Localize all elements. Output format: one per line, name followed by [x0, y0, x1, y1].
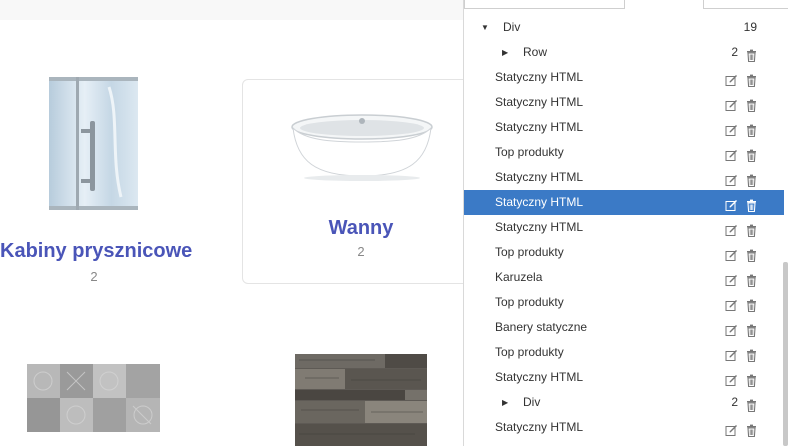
tree-row-item[interactable]: Top produkty [464, 290, 784, 315]
panel-tabs [464, 0, 788, 10]
pencil-square-icon[interactable] [725, 146, 738, 161]
trash-icon[interactable] [745, 221, 758, 238]
category-count: 2 [357, 244, 365, 259]
category-title[interactable]: Kabiny prysznicowe [0, 239, 192, 263]
panel-tab-left[interactable] [464, 0, 625, 9]
tree-row-root[interactable]: ▼ Div 19 [464, 15, 784, 40]
tree-row-item[interactable]: Top produkty [464, 140, 784, 165]
trash-icon[interactable] [745, 96, 758, 113]
pencil-square-icon[interactable] [725, 246, 738, 261]
tree-row-label: Top produkty [495, 145, 564, 159]
category-count: 2 [90, 269, 98, 284]
patterned-tiles-image[interactable] [27, 364, 160, 432]
tree-row-item[interactable]: Statyczny HTML [464, 415, 784, 440]
tree-row-item[interactable]: Statyczny HTML [464, 90, 784, 115]
tree-row-item[interactable]: Statyczny HTML [464, 65, 784, 90]
pencil-square-icon[interactable] [725, 371, 738, 386]
tree-row-label: Div [503, 20, 521, 34]
tree-row-group[interactable]: ▶ Div 2 [464, 390, 784, 415]
tree-row-label: Div [523, 395, 541, 409]
tree-row-label: Statyczny HTML [495, 195, 584, 209]
tree-row-item[interactable]: Banery statyczne [464, 315, 784, 340]
pencil-square-icon[interactable] [725, 421, 738, 436]
trash-icon[interactable] [745, 396, 758, 413]
tree-row-count: 19 [743, 20, 757, 34]
tree-row-label: Statyczny HTML [495, 120, 584, 134]
tree-row-label: Top produkty [495, 345, 564, 359]
expand-icon[interactable]: ▶ [502, 40, 508, 65]
trash-icon[interactable] [745, 421, 758, 438]
trash-icon[interactable] [745, 321, 758, 338]
tree-row-label: Statyczny HTML [495, 95, 584, 109]
trash-icon[interactable] [745, 296, 758, 313]
tree-row-label: Top produkty [495, 295, 564, 309]
tree-row-item[interactable]: Karuzela [464, 265, 784, 290]
pencil-square-icon[interactable] [725, 196, 738, 211]
category-card-bathtub[interactable]: Wanny 2 [242, 79, 463, 284]
tree-row-item[interactable]: Top produkty [464, 340, 784, 365]
tree-row-item[interactable]: Statyczny HTML [464, 365, 784, 390]
trash-icon[interactable] [745, 46, 758, 63]
tree-row-label: Statyczny HTML [495, 70, 584, 84]
pencil-square-icon[interactable] [725, 221, 738, 236]
tree-row-label: Statyczny HTML [495, 370, 584, 384]
bathtub-image [289, 106, 435, 182]
expand-icon[interactable]: ▶ [502, 390, 508, 415]
pencil-square-icon[interactable] [725, 296, 738, 311]
collapse-icon[interactable]: ▼ [481, 15, 489, 40]
pencil-square-icon[interactable] [725, 121, 738, 136]
wood-tiles-image[interactable] [295, 354, 427, 446]
panel-scrollbar[interactable] [783, 262, 788, 446]
tree-row-count: 2 [731, 45, 738, 59]
trash-icon[interactable] [745, 146, 758, 163]
trash-icon[interactable] [745, 271, 758, 288]
tree-row-item[interactable]: Statyczny HTML [464, 115, 784, 140]
tree-row-group[interactable]: ▶ Row 2 [464, 40, 784, 65]
tree-row-item[interactable]: Top produkty [464, 240, 784, 265]
pencil-square-icon[interactable] [725, 271, 738, 286]
page-preview: Kabiny prysznicowe 2 Wanny 2 [0, 0, 463, 446]
pencil-square-icon[interactable] [725, 321, 738, 336]
pencil-square-icon[interactable] [725, 71, 738, 86]
pencil-square-icon[interactable] [725, 96, 738, 111]
tree-row-item[interactable]: Statyczny HTML [464, 190, 784, 215]
preview-top-strip [0, 0, 463, 20]
tree-row-label: Karuzela [495, 270, 543, 284]
trash-icon[interactable] [745, 346, 758, 363]
pencil-square-icon[interactable] [725, 346, 738, 361]
tree-row-item[interactable]: Statyczny HTML [464, 165, 784, 190]
panel-tab-right[interactable] [703, 0, 788, 9]
trash-icon[interactable] [745, 121, 758, 138]
category-title[interactable]: Wanny [243, 216, 463, 240]
tree-row-label: Row [523, 45, 548, 59]
trash-icon[interactable] [745, 71, 758, 88]
tree-row-label: Statyczny HTML [495, 170, 584, 184]
trash-icon[interactable] [745, 171, 758, 188]
tree-row-label: Banery statyczne [495, 320, 588, 334]
trash-icon[interactable] [745, 196, 758, 213]
structure-tree: ▼ Div 19 ▶ Row 2 Statyczny HTML Statyczny HT… [464, 15, 784, 440]
trash-icon[interactable] [745, 246, 758, 263]
tree-row-label: Statyczny HTML [495, 220, 584, 234]
tree-row-count: 2 [731, 395, 738, 409]
tree-row-label: Top produkty [495, 245, 564, 259]
tree-row-item[interactable]: Statyczny HTML [464, 215, 784, 240]
trash-icon[interactable] [745, 371, 758, 388]
structure-panel: ▼ Div 19 ▶ Row 2 Statyczny HTML Statyczny HT… [463, 0, 788, 446]
pencil-square-icon[interactable] [725, 171, 738, 186]
tree-row-label: Statyczny HTML [495, 420, 584, 434]
shower-cabin-image [49, 77, 138, 210]
